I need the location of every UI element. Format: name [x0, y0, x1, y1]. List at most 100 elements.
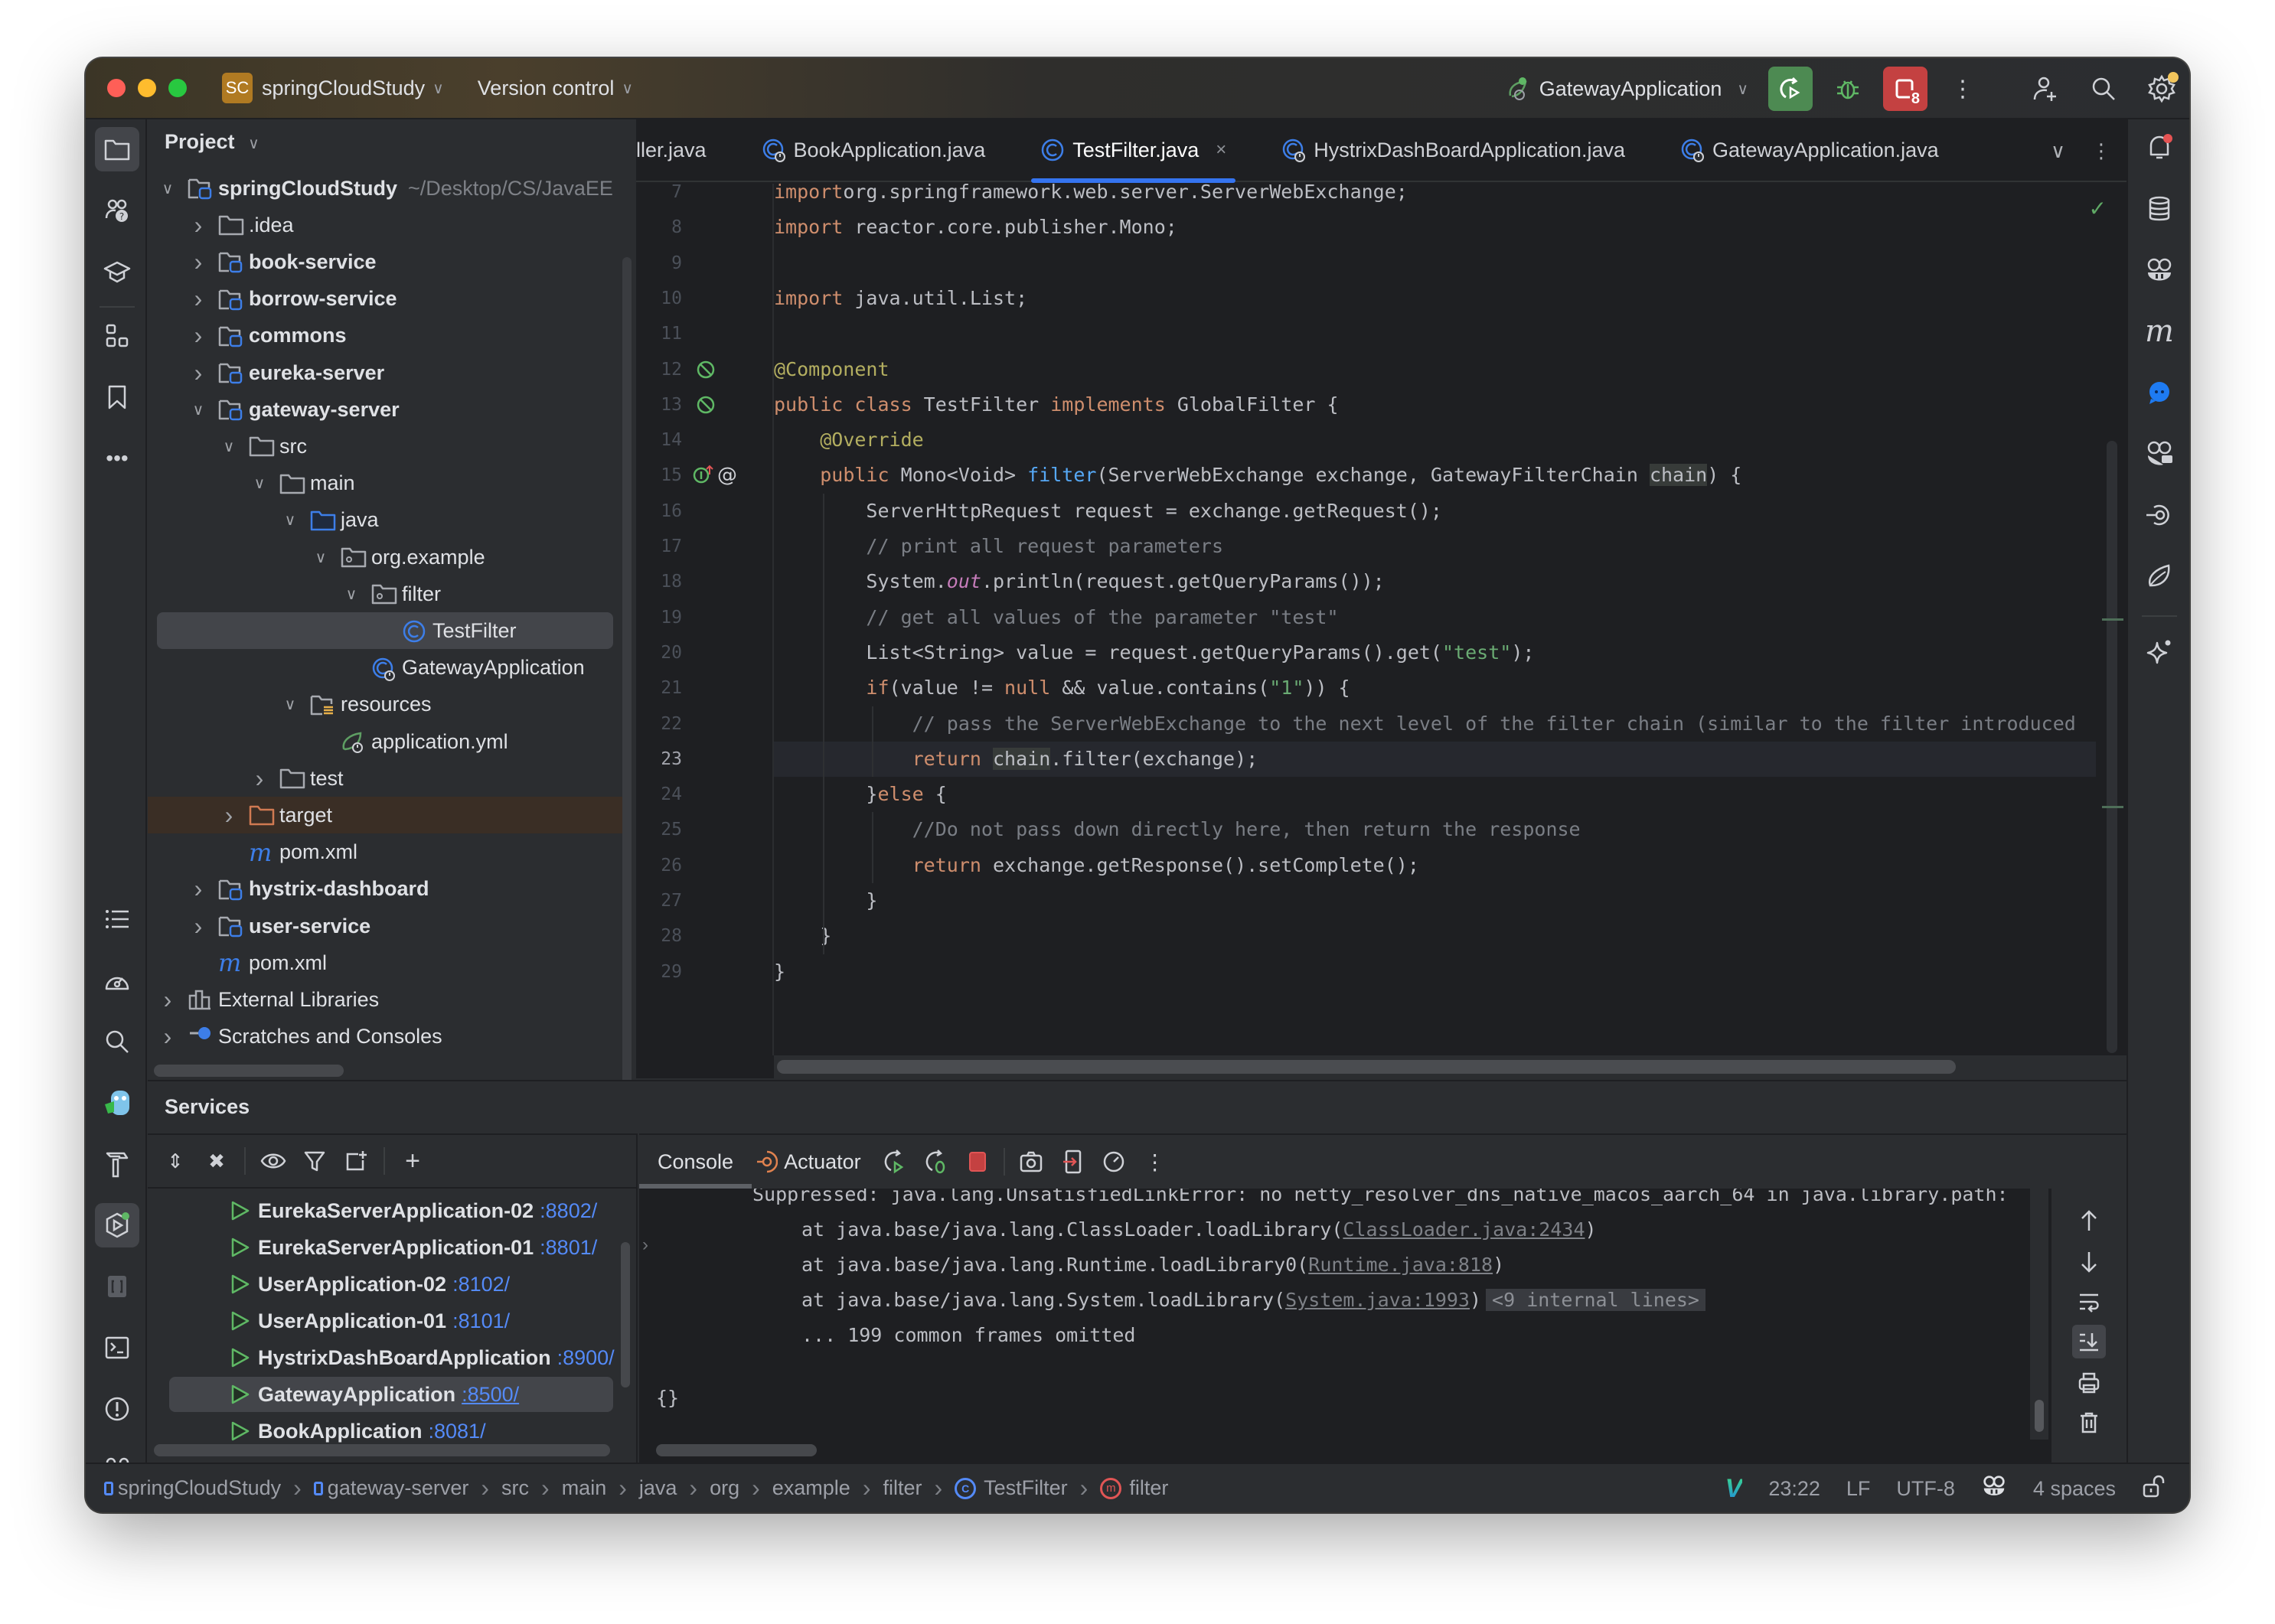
todo-button[interactable] — [95, 897, 139, 941]
tree-item[interactable]: m pom.xml — [148, 944, 625, 981]
project-vertical-scrollbar[interactable] — [622, 257, 632, 1099]
gopher-plugin-button[interactable] — [95, 1081, 139, 1125]
code-line[interactable]: // print all request parameters — [774, 529, 2096, 564]
scroll-down-icon[interactable] — [2072, 1245, 2106, 1279]
code-line[interactable]: ServerHttpRequest request = exchange.get… — [774, 494, 2096, 529]
profiler-icon[interactable] — [1098, 1146, 1129, 1177]
editor-vertical-scrollbar[interactable] — [2107, 441, 2117, 1053]
project-tool-button[interactable] — [95, 127, 139, 171]
service-item[interactable]: HystrixDashBoardApplication:8900/ — [169, 1340, 615, 1375]
tree-item[interactable]: › user-service — [148, 908, 625, 944]
tree-item[interactable]: ∨ resources — [148, 686, 625, 723]
editor-tab[interactable]: HystrixDashBoardApplication.java — [1265, 119, 1642, 181]
copilot-button[interactable] — [2137, 248, 2182, 292]
service-item[interactable]: UserApplication-02:8102/ — [169, 1267, 613, 1302]
console-output[interactable]: Suppressed: java.lang.UnsatisfiedLinkErr… — [639, 1189, 2050, 1440]
expand-chevron-icon[interactable]: › — [642, 1234, 648, 1256]
service-port-link[interactable]: :8801/ — [540, 1236, 597, 1260]
service-port-link[interactable]: :8500/ — [462, 1383, 519, 1407]
code-line[interactable] — [774, 246, 2096, 281]
tree-item[interactable]: › test — [148, 760, 625, 797]
code-line[interactable]: public class TestFilter implements Globa… — [774, 387, 2096, 422]
print-icon[interactable] — [2072, 1366, 2106, 1400]
breadcrumb-item[interactable]: main — [562, 1476, 607, 1500]
readonly-toggle[interactable] — [2142, 1474, 2165, 1504]
spring-button[interactable] — [2137, 554, 2182, 598]
breadcrumb-item[interactable]: m filter — [1100, 1476, 1168, 1500]
trash-icon[interactable] — [2072, 1406, 2106, 1440]
service-item[interactable]: GatewayApplication:8500/ — [169, 1377, 613, 1412]
spring-bean-icon[interactable] — [696, 358, 719, 381]
terminal-button[interactable] — [95, 1326, 139, 1370]
stacktrace-link[interactable]: Runtime.java:818 — [1308, 1254, 1493, 1276]
code-with-me-button[interactable]: ? — [95, 188, 139, 233]
chevron-right-icon[interactable]: › — [189, 912, 207, 941]
learn-button[interactable] — [95, 249, 139, 294]
chevron-down-icon[interactable]: ∨ — [250, 474, 269, 493]
endpoints-right-button[interactable] — [2137, 493, 2182, 537]
camera-icon[interactable] — [1016, 1146, 1046, 1177]
structure-button[interactable] — [95, 314, 139, 358]
chevron-down-icon[interactable]: ∨ — [189, 400, 207, 419]
code-line[interactable]: public Mono<Void> filter(ServerWebExchan… — [774, 458, 2096, 493]
chevron-right-icon[interactable]: › — [158, 986, 177, 1014]
notifications-button[interactable] — [2137, 126, 2182, 170]
tab-actuator[interactable]: Actuator — [752, 1135, 880, 1189]
tree-item[interactable]: › Scratches and Consoles — [148, 1019, 625, 1055]
expand-all-icon[interactable]: ⇕ — [162, 1147, 189, 1175]
internal-lines-fold[interactable]: <9 internal lines> — [1486, 1289, 1705, 1311]
code-line[interactable]: if(value != null && value.contains("1"))… — [774, 670, 2096, 706]
project-horizontal-scrollbar[interactable] — [154, 1065, 344, 1077]
more-icon[interactable]: ⋮ — [1140, 1146, 1170, 1177]
chevron-right-icon[interactable]: › — [189, 248, 207, 276]
code-area[interactable]: importorg.springframework.web.server.Ser… — [774, 184, 2096, 1055]
minimize-window-button[interactable] — [138, 79, 156, 97]
tree-item[interactable]: ∨ java — [148, 502, 625, 539]
tree-item[interactable]: › target — [148, 797, 625, 834]
code-line[interactable]: //Do not pass down directly here, then r… — [774, 812, 2096, 847]
tree-item[interactable]: m pom.xml — [148, 834, 625, 871]
service-port-link[interactable]: :8102/ — [452, 1273, 510, 1296]
add-user-button[interactable] — [2027, 70, 2064, 107]
add-service-icon[interactable]: + — [399, 1146, 426, 1176]
tree-item[interactable]: › eureka-server — [148, 354, 625, 391]
code-line[interactable]: @Component — [774, 352, 2096, 387]
database-button[interactable] — [2137, 187, 2182, 231]
run-config-selector[interactable]: GatewayApplication ∨ — [1506, 76, 1748, 102]
tree-item[interactable]: TestFilter — [157, 612, 613, 650]
build-button[interactable] — [95, 1142, 139, 1186]
stacktrace-link[interactable]: System.java:1993 — [1285, 1289, 1470, 1311]
tree-item[interactable]: ∨ src — [148, 428, 625, 465]
scroll-up-icon[interactable] — [2072, 1204, 2106, 1238]
rerun-debug-icon[interactable] — [921, 1146, 951, 1177]
line-separator[interactable]: LF — [1846, 1477, 1871, 1501]
profiler-button[interactable] — [95, 958, 139, 1003]
endpoints-button[interactable] — [95, 1264, 139, 1309]
code-line[interactable]: importorg.springframework.web.server.Ser… — [774, 184, 2096, 210]
breadcrumb-item[interactable]: gateway-server — [313, 1476, 468, 1500]
implements-method-icon[interactable] — [693, 464, 716, 487]
no-problems-check-icon[interactable]: ✓ — [2089, 196, 2107, 221]
scroll-to-end-icon[interactable] — [2072, 1325, 2106, 1358]
maven-button[interactable]: m — [2137, 309, 2182, 354]
chat-assistant-button[interactable] — [2137, 370, 2182, 415]
chevron-right-icon[interactable]: › — [250, 765, 269, 793]
chevron-down-icon[interactable]: ∨ — [281, 510, 299, 530]
code-line[interactable]: import java.util.List; — [774, 281, 2096, 316]
spring-bean-icon[interactable] — [696, 393, 719, 416]
code-line[interactable]: import reactor.core.publisher.Mono; — [774, 210, 2096, 245]
service-item[interactable]: EurekaServerApplication-02:8802/ — [169, 1193, 613, 1228]
chevron-right-icon[interactable]: › — [158, 1022, 177, 1051]
service-port-link[interactable]: :8101/ — [452, 1309, 510, 1333]
tree-item[interactable]: ∨ filter — [148, 576, 625, 612]
service-port-link[interactable]: :8802/ — [540, 1199, 597, 1223]
chevron-down-icon[interactable]: ∨ — [312, 548, 330, 567]
chevron-right-icon[interactable]: › — [189, 321, 207, 350]
code-line[interactable]: System.out.println(request.getQueryParam… — [774, 564, 2096, 599]
service-port-link[interactable]: :8081/ — [429, 1420, 486, 1443]
version-control-menu[interactable]: Version control — [478, 77, 615, 100]
services-tool-button[interactable] — [95, 1203, 139, 1247]
search-everywhere-button[interactable] — [2085, 70, 2122, 107]
settings-button[interactable] — [2143, 70, 2180, 107]
service-port-link[interactable]: :8900/ — [557, 1346, 615, 1370]
